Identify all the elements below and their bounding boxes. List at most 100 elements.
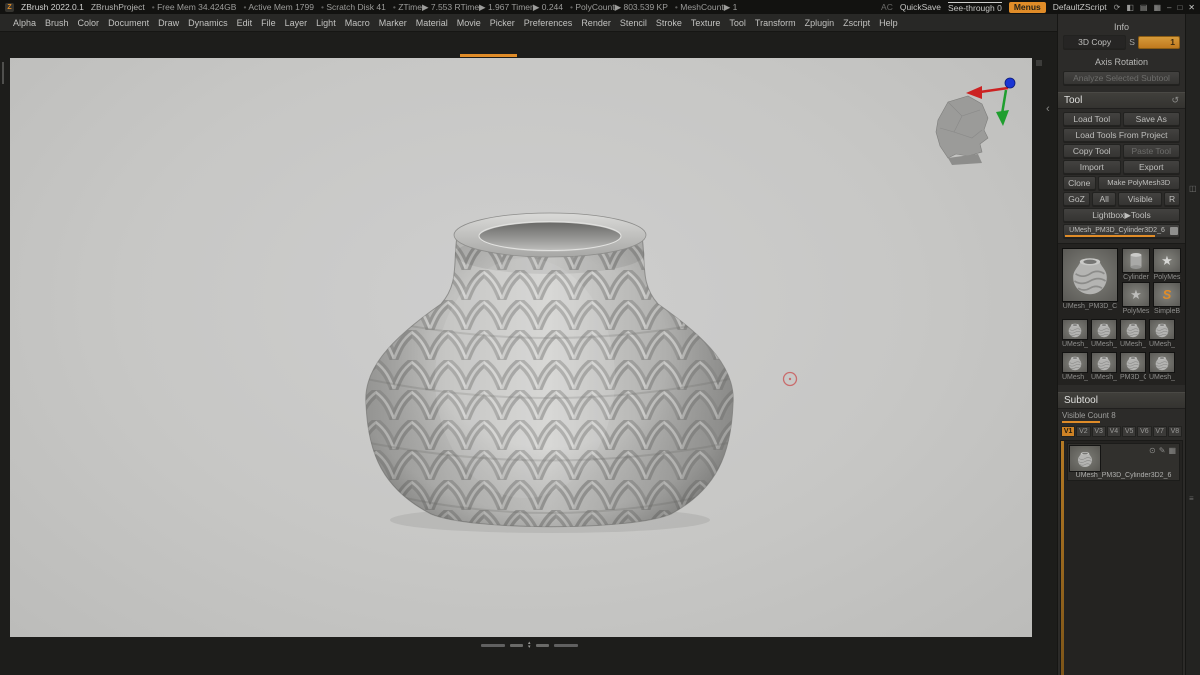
scroll-bar-right-small[interactable] xyxy=(535,643,549,647)
subtool-item[interactable]: ⊙ ✎ ▦ UMesh_PM3D_Cylinder3D2_6 xyxy=(1067,443,1180,481)
menu-color[interactable]: Color xyxy=(78,18,100,28)
menu-alpha[interactable]: Alpha xyxy=(13,18,36,28)
tool-palette-collapse-icon[interactable]: ‹ xyxy=(1046,103,1050,115)
tool-thumb-1[interactable]: UMesh_ xyxy=(1062,319,1088,349)
tab-v8[interactable]: V8 xyxy=(1167,426,1182,437)
tool-thumb-6[interactable]: UMesh_ xyxy=(1091,352,1117,382)
menu-dynamics[interactable]: Dynamics xyxy=(188,18,228,28)
scroll-bar-left-small[interactable] xyxy=(510,643,523,647)
tool-thumb-3[interactable]: UMesh_ xyxy=(1120,319,1146,349)
tool-palette-header[interactable]: Tool ↺ xyxy=(1058,92,1185,109)
s-value-slider[interactable]: 1 xyxy=(1137,35,1180,49)
layout-grid-icon[interactable]: ▦ xyxy=(1153,3,1161,12)
menu-layer[interactable]: Layer xyxy=(285,18,308,28)
menu-render[interactable]: Render xyxy=(581,18,611,28)
paste-tool-button[interactable]: Paste Tool xyxy=(1122,144,1180,158)
menu-file[interactable]: File xyxy=(261,18,276,28)
menu-transform[interactable]: Transform xyxy=(755,18,796,28)
copy-tool-button[interactable]: Copy Tool xyxy=(1063,144,1121,158)
panel-split-icon[interactable]: ◧ xyxy=(1126,3,1134,12)
menu-draw[interactable]: Draw xyxy=(158,18,179,28)
3d-copy-button[interactable]: 3D Copy xyxy=(1063,35,1127,49)
viewport-canvas[interactable] xyxy=(10,58,1032,637)
tool-thumb-4[interactable]: UMesh_ xyxy=(1149,319,1175,349)
grid-icon[interactable]: ▦ xyxy=(1168,446,1176,455)
subtool-palette-header[interactable]: Subtool xyxy=(1058,392,1185,409)
sync-icon[interactable]: ⟳ xyxy=(1114,3,1121,12)
menu-light[interactable]: Light xyxy=(316,18,336,28)
tab-v6[interactable]: V6 xyxy=(1137,426,1152,437)
menu-edit[interactable]: Edit xyxy=(237,18,253,28)
nav-preview-head[interactable] xyxy=(935,77,1016,165)
menu-stencil[interactable]: Stencil xyxy=(620,18,647,28)
tab-v3[interactable]: V3 xyxy=(1091,426,1106,437)
recent-tool-polymesh[interactable]: ★ PolyMes xyxy=(1153,248,1181,282)
export-button[interactable]: Export xyxy=(1122,160,1180,174)
menu-picker[interactable]: Picker xyxy=(490,18,515,28)
tab-v7[interactable]: V7 xyxy=(1152,426,1167,437)
menu-preferences[interactable]: Preferences xyxy=(524,18,573,28)
default-zscript-button[interactable]: DefaultZScript xyxy=(1053,2,1107,12)
viewport-svg[interactable] xyxy=(10,58,1032,637)
tool-mini-box[interactable] xyxy=(1170,227,1178,235)
menu-tool[interactable]: Tool xyxy=(729,18,746,28)
lightbox-tools-button[interactable]: Lightbox▶Tools xyxy=(1063,208,1180,222)
divider-handle[interactable] xyxy=(1036,60,1042,66)
tool-thumb-2[interactable]: UMesh_ xyxy=(1091,319,1117,349)
menu-material[interactable]: Material xyxy=(416,18,448,28)
dock-panel-icon[interactable]: ◫ xyxy=(1189,184,1197,193)
minimize-icon[interactable]: – xyxy=(1167,3,1171,12)
menu-help[interactable]: Help xyxy=(879,18,898,28)
quicksave-button[interactable]: QuickSave xyxy=(900,2,941,12)
goz-all-button[interactable]: All xyxy=(1092,192,1117,206)
tool-thumb-5[interactable]: UMesh_ xyxy=(1062,352,1088,382)
left-scrollbar[interactable] xyxy=(2,62,4,84)
clone-button[interactable]: Clone xyxy=(1063,176,1096,190)
tool-reset-icon[interactable]: ↺ xyxy=(1171,95,1179,106)
sculpt-model[interactable] xyxy=(350,212,750,538)
recent-tool-simplebrush[interactable]: S SimpleB xyxy=(1153,282,1181,316)
active-tool-thumbnail[interactable] xyxy=(1062,248,1118,302)
goz-r-button[interactable]: R xyxy=(1164,192,1180,206)
menu-zscript[interactable]: Zscript xyxy=(843,18,870,28)
recent-tool-cylinder[interactable]: Cylinder xyxy=(1122,248,1150,282)
menus-toggle-button[interactable]: Menus xyxy=(1008,1,1046,13)
ac-button[interactable]: AC xyxy=(881,2,893,12)
scroll-updown-icon[interactable]: ▴ ▾ xyxy=(528,641,531,650)
load-tools-from-project-button[interactable]: Load Tools From Project xyxy=(1063,128,1180,142)
active-tool-name-button[interactable]: UMesh_PM3D_Cylinder3D2_6 xyxy=(1063,224,1180,238)
tab-v5[interactable]: V5 xyxy=(1122,426,1137,437)
scroll-bar-left[interactable] xyxy=(481,643,505,647)
menu-stroke[interactable]: Stroke xyxy=(656,18,682,28)
scroll-bar-right[interactable] xyxy=(553,643,578,647)
close-icon[interactable]: ✕ xyxy=(1188,3,1195,12)
recent-tool-polymesh2[interactable]: ★ PolyMes xyxy=(1122,282,1150,316)
tool-thumb-7[interactable]: PM3D_C xyxy=(1120,352,1146,382)
menu-brush[interactable]: Brush xyxy=(45,18,69,28)
menu-zplugin[interactable]: Zplugin xyxy=(805,18,835,28)
menu-marker[interactable]: Marker xyxy=(379,18,407,28)
tool-thumb-8[interactable]: UMesh_ xyxy=(1149,352,1175,382)
menu-document[interactable]: Document xyxy=(108,18,149,28)
menu-texture[interactable]: Texture xyxy=(691,18,721,28)
maximize-icon[interactable]: □ xyxy=(1177,3,1182,12)
tab-v2[interactable]: V2 xyxy=(1076,426,1091,437)
see-through-slider[interactable]: See-through 0 xyxy=(947,1,1002,13)
make-polymesh3d-button[interactable]: Make PolyMesh3D xyxy=(1097,176,1180,190)
save-as-button[interactable]: Save As xyxy=(1122,112,1180,126)
menu-macro[interactable]: Macro xyxy=(345,18,370,28)
import-button[interactable]: Import xyxy=(1063,160,1121,174)
tab-v4[interactable]: V4 xyxy=(1106,426,1121,437)
subtool-item-thumbnail[interactable] xyxy=(1069,445,1101,472)
subtool-list[interactable]: ⊙ ✎ ▦ UMesh_PM3D_Cylinder3D2_6 xyxy=(1060,440,1183,675)
canvas-scroll-controls[interactable]: ▴ ▾ xyxy=(481,641,578,650)
menu-movie[interactable]: Movie xyxy=(457,18,481,28)
scroll-down-icon[interactable]: ▾ xyxy=(528,645,531,650)
goz-button[interactable]: GoZ xyxy=(1063,192,1091,206)
analyze-selected-subtool-button[interactable]: Analyze Selected Subtool xyxy=(1063,71,1180,85)
goz-visible-button[interactable]: Visible xyxy=(1118,192,1163,206)
timeline-marker[interactable] xyxy=(460,54,517,57)
dock-menu-icon[interactable]: ≡ xyxy=(1189,494,1194,503)
layout-rows-icon[interactable]: ▤ xyxy=(1140,3,1148,12)
load-tool-button[interactable]: Load Tool xyxy=(1063,112,1121,126)
